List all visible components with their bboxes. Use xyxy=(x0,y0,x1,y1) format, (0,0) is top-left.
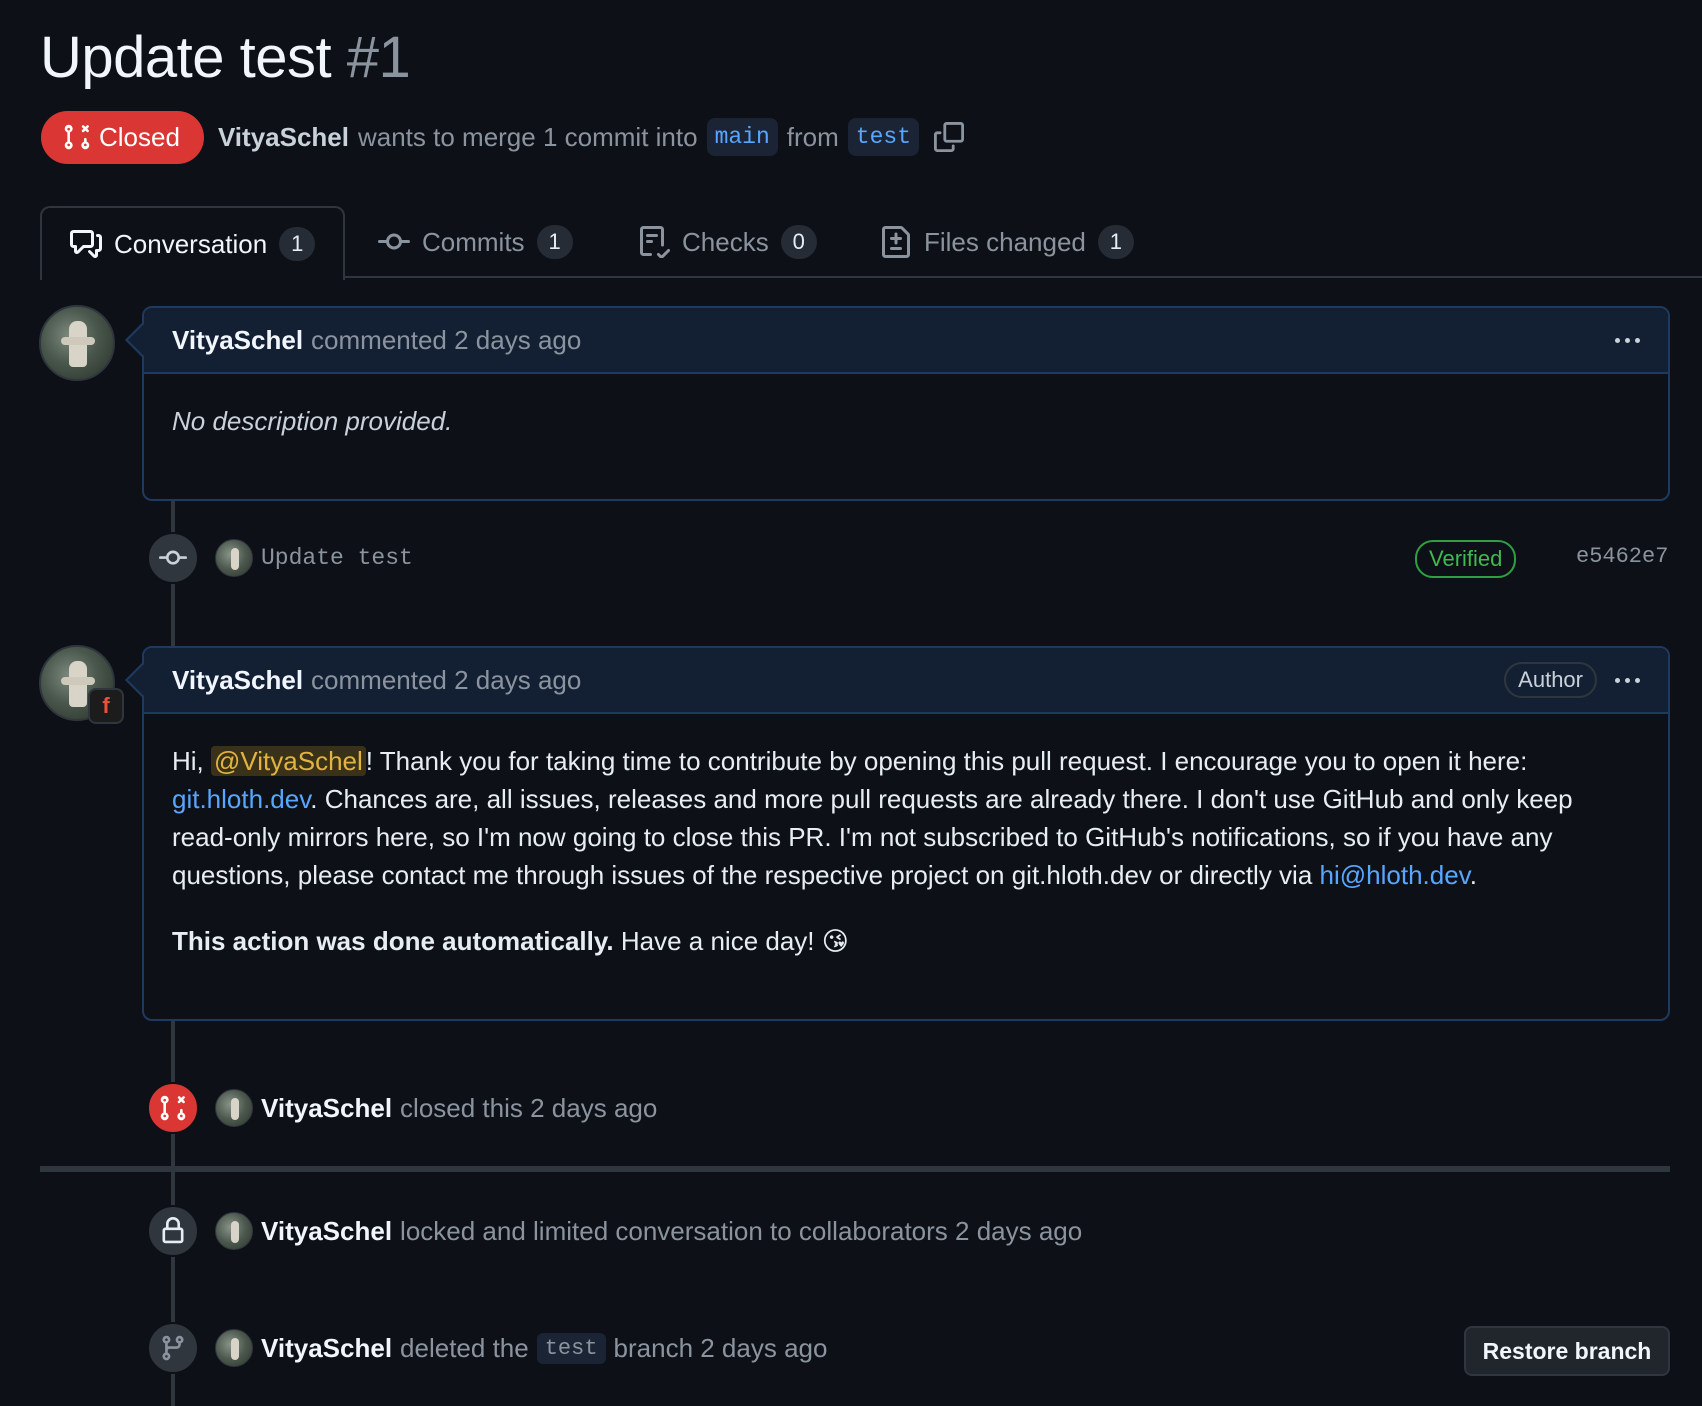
event-text: closed this 2 days ago xyxy=(400,1092,658,1123)
kebab-menu-icon[interactable] xyxy=(1615,337,1640,343)
event-user-link[interactable]: VityaSchel xyxy=(261,1216,392,1247)
comment-body: No description provided. xyxy=(144,374,1668,468)
author-badge: Author xyxy=(1504,662,1597,698)
pr-author-link[interactable]: VityaSchel xyxy=(218,122,349,153)
comment-author-link[interactable]: VityaSchel xyxy=(172,325,303,356)
comment-header: VityaSchel commented 2 days ago xyxy=(144,308,1668,374)
event-text: branch 2 days ago xyxy=(613,1332,828,1363)
text-span: ! Thank you for taking time to contribut… xyxy=(365,746,1528,776)
text-span: . xyxy=(1469,860,1477,890)
tab-conversation-label: Conversation xyxy=(114,228,268,259)
mention-link[interactable]: @VityaSchel xyxy=(211,746,366,776)
tab-commits-count: 1 xyxy=(536,225,573,259)
tab-conversation[interactable]: Conversation 1 xyxy=(40,206,346,280)
pr-title: Update test #1 xyxy=(40,24,411,91)
file-diff-icon xyxy=(882,226,910,258)
lock-icon xyxy=(147,1205,199,1257)
tab-files-changed[interactable]: Files changed 1 xyxy=(880,206,1134,278)
comment-timestamp[interactable]: commented 2 days ago xyxy=(311,665,581,696)
git-commit-event-icon xyxy=(147,532,199,584)
email-link[interactable]: hi@hloth.dev xyxy=(1320,860,1470,890)
tab-checks[interactable]: Checks 0 xyxy=(638,206,817,278)
app-badge-icon: f xyxy=(88,688,124,724)
comment-card: VityaSchel commented 2 days ago Author H… xyxy=(125,646,1670,1021)
checklist-icon xyxy=(640,226,670,258)
tab-checks-count: 0 xyxy=(780,225,817,259)
pr-summary-text: wants to merge 1 commit into xyxy=(357,121,698,152)
deleted-branch-name: test xyxy=(536,1332,606,1364)
copy-icon[interactable] xyxy=(934,122,964,152)
comment-discussion-icon xyxy=(70,230,102,258)
locked-event: VityaSchel locked and limited conversati… xyxy=(147,1205,1082,1257)
pr-number: #1 xyxy=(346,25,411,90)
tab-files-changed-label: Files changed xyxy=(924,226,1086,257)
tab-commits-label: Commits xyxy=(422,226,525,257)
verified-badge[interactable]: Verified xyxy=(1415,540,1517,578)
comment-paragraph: Hi, @VityaSchel! Thank you for taking ti… xyxy=(172,742,1640,894)
commit-message-link[interactable]: Update test xyxy=(261,545,413,571)
avatar[interactable] xyxy=(215,539,253,577)
avatar[interactable] xyxy=(215,1329,253,1367)
git-branch-icon xyxy=(147,1322,199,1374)
commit-sha-link[interactable]: e5462e7 xyxy=(1576,544,1668,569)
comment-card: VityaSchel commented 2 days ago No descr… xyxy=(125,306,1670,501)
git-pull-request-closed-icon xyxy=(147,1082,199,1134)
base-branch-link[interactable]: main xyxy=(706,118,778,156)
comment-timestamp[interactable]: commented 2 days ago xyxy=(311,325,581,356)
closed-event: VityaSchel closed this 2 days ago xyxy=(147,1082,657,1134)
text-span: Have a nice day! 😘 xyxy=(613,926,849,956)
state-label: Closed xyxy=(99,121,180,152)
comment-body: Hi, @VityaSchel! Thank you for taking ti… xyxy=(144,714,1668,988)
pr-title-text: Update test xyxy=(40,25,332,90)
pr-state-row: Closed VityaSchel wants to merge 1 commi… xyxy=(41,110,964,164)
event-text: deleted the xyxy=(400,1332,529,1363)
git-commit-icon xyxy=(378,233,410,250)
restore-branch-button[interactable]: Restore branch xyxy=(1464,1326,1670,1376)
comment-text: No description provided. xyxy=(172,406,453,436)
from-text: from xyxy=(786,121,839,152)
bold-text: This action was done automatically. xyxy=(172,926,614,956)
head-branch-link[interactable]: test xyxy=(847,118,919,156)
git-hloth-link[interactable]: git.hloth.dev xyxy=(172,784,310,814)
timeline-divider xyxy=(40,1166,1670,1172)
comment-author-link[interactable]: VityaSchel xyxy=(172,665,303,696)
comment-header: VityaSchel commented 2 days ago Author xyxy=(144,648,1668,714)
pr-summary: VityaSchel wants to merge 1 commit into … xyxy=(218,118,964,156)
avatar[interactable] xyxy=(215,1089,253,1127)
comment-paragraph: This action was done automatically. Have… xyxy=(172,922,1640,960)
state-badge: Closed xyxy=(41,110,204,164)
tab-files-changed-count: 1 xyxy=(1097,225,1134,259)
kebab-menu-icon[interactable] xyxy=(1615,677,1640,683)
tab-checks-label: Checks xyxy=(682,226,769,257)
event-user-link[interactable]: VityaSchel xyxy=(261,1333,392,1364)
event-user-link[interactable]: VityaSchel xyxy=(261,1093,392,1124)
text-span: Hi, xyxy=(172,746,211,776)
avatar[interactable] xyxy=(215,1212,253,1250)
pr-tabs: Conversation 1 Commits 1 Checks 0 Files … xyxy=(40,206,1702,280)
tab-commits[interactable]: Commits 1 xyxy=(378,206,573,278)
git-pull-request-closed-icon xyxy=(64,124,90,150)
avatar[interactable] xyxy=(39,305,115,381)
deleted-branch-event: VityaSchel deleted the test branch 2 day… xyxy=(147,1322,827,1374)
tab-conversation-count: 1 xyxy=(279,227,316,261)
event-text: locked and limited conversation to colla… xyxy=(400,1215,1083,1246)
commit-event: Update test xyxy=(147,532,413,584)
